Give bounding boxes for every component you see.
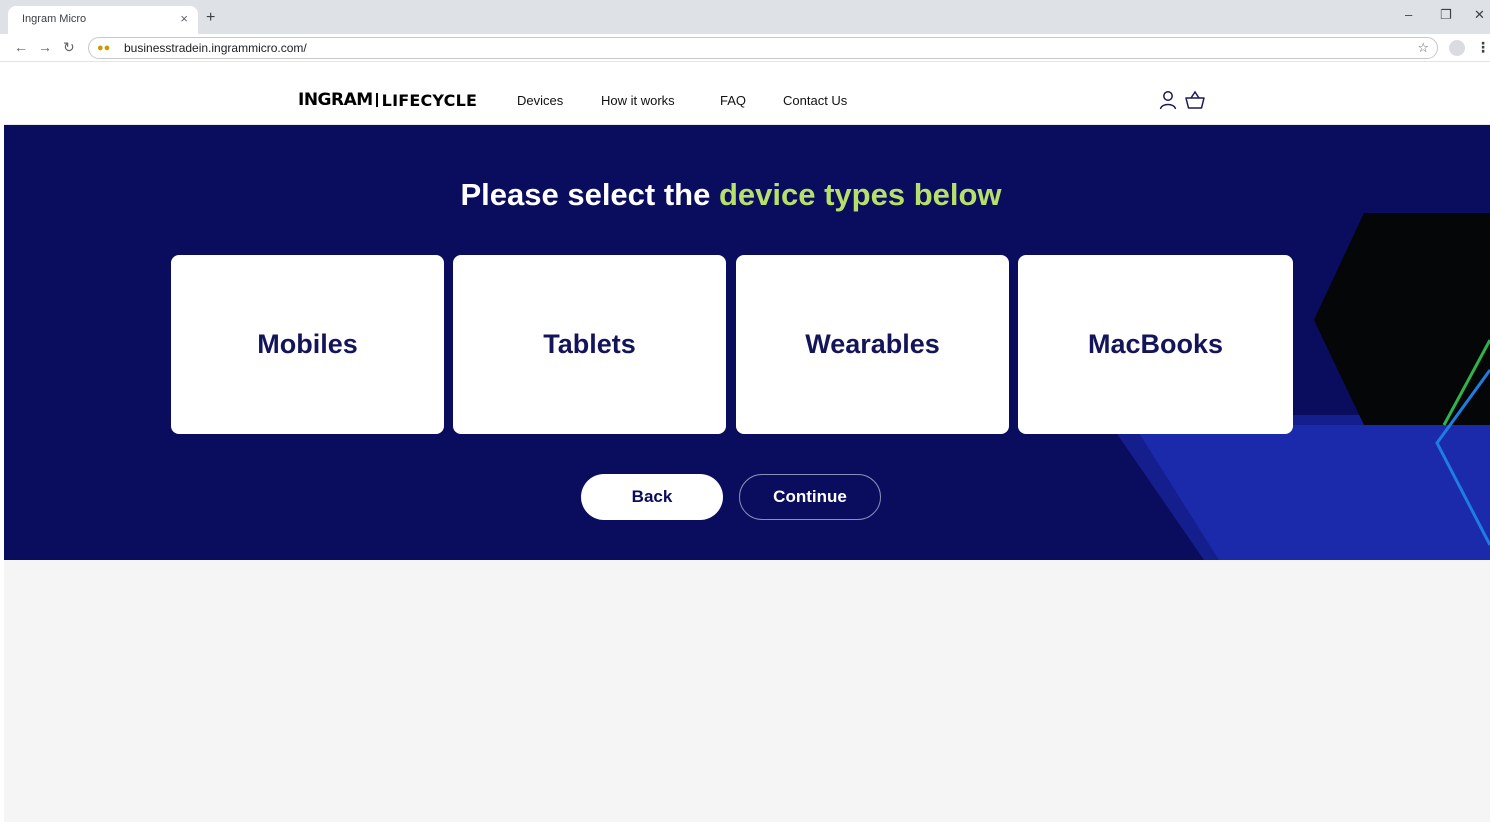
- nav-contact-us[interactable]: Contact Us: [783, 93, 847, 108]
- nav-faq[interactable]: FAQ: [720, 93, 746, 108]
- back-arrow-icon[interactable]: ←: [14, 39, 28, 55]
- browser-tab-strip: Ingram Micro × + – ❐ ✕: [0, 0, 1490, 34]
- heading-prefix: Please select the: [460, 177, 719, 212]
- url-text[interactable]: businesstradein.ingrammicro.com/: [124, 41, 307, 55]
- device-card-wearables[interactable]: Wearables: [736, 255, 1009, 434]
- back-button[interactable]: Back: [581, 474, 723, 520]
- device-card-macbooks[interactable]: MacBooks: [1018, 255, 1293, 434]
- nav-how-it-works[interactable]: How it works: [601, 93, 675, 108]
- basket-icon[interactable]: [1184, 90, 1206, 115]
- nav-devices[interactable]: Devices: [517, 93, 563, 108]
- site-header: INGRAM LIFECYCLE Devices How it works FA…: [4, 62, 1490, 125]
- restore-icon[interactable]: ❐: [1440, 8, 1452, 22]
- tab-close-icon[interactable]: ×: [180, 12, 188, 26]
- page-body-empty: [4, 560, 1490, 822]
- page-heading: Please select the device types below: [4, 177, 1458, 213]
- logo-separator: [375, 93, 378, 107]
- device-card-label: Mobiles: [257, 329, 358, 359]
- new-tab-icon[interactable]: +: [206, 10, 215, 26]
- device-card-mobiles[interactable]: Mobiles: [171, 255, 444, 434]
- device-card-tablets[interactable]: Tablets: [453, 255, 726, 434]
- user-icon[interactable]: [1159, 90, 1177, 115]
- device-card-label: Tablets: [543, 329, 636, 359]
- bookmark-star-icon[interactable]: ☆: [1417, 40, 1429, 56]
- device-card-label: MacBooks: [1087, 329, 1224, 359]
- reload-icon[interactable]: ↻: [63, 39, 75, 55]
- heading-highlight: device types below: [718, 177, 1002, 212]
- device-card-label: Wearables: [805, 329, 940, 359]
- browser-menu-icon[interactable]: ⋮: [1476, 39, 1490, 56]
- site-info-icon[interactable]: ●●: [97, 41, 115, 55]
- continue-button[interactable]: Continue: [739, 474, 881, 520]
- device-type-selection: Please select the device types below Mob…: [4, 125, 1490, 560]
- browser-toolbar: ← → ↻ ●● businesstradein.ingrammicro.com…: [0, 34, 1490, 62]
- profile-avatar-icon[interactable]: [1449, 40, 1465, 56]
- window-close-icon[interactable]: ✕: [1474, 8, 1485, 22]
- minimize-icon[interactable]: –: [1405, 8, 1412, 22]
- logo-brand-text: INGRAM: [298, 90, 373, 110]
- browser-tab[interactable]: Ingram Micro ×: [8, 6, 198, 34]
- ingram-lifecycle-logo[interactable]: INGRAM LIFECYCLE: [298, 90, 477, 110]
- tab-title: Ingram Micro: [22, 13, 87, 25]
- forward-arrow-icon[interactable]: →: [38, 39, 52, 55]
- logo-product-text: LIFECYCLE: [381, 90, 478, 110]
- address-bar[interactable]: ●● businesstradein.ingrammicro.com/ ☆: [88, 37, 1438, 59]
